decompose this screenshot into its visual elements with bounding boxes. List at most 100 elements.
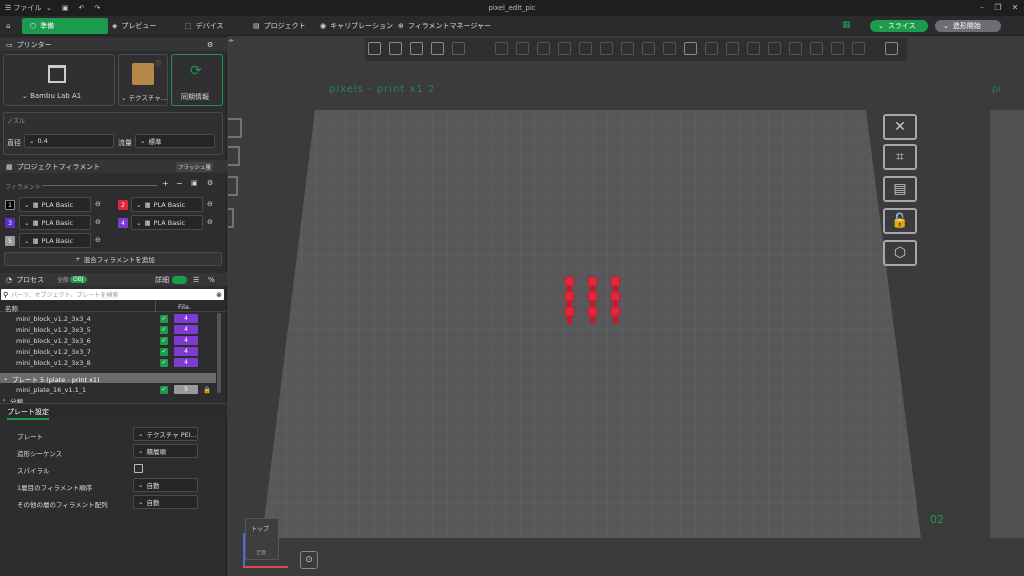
- seam-paint-icon[interactable]: [642, 42, 655, 55]
- tab-device[interactable]: ⬚ デバイス: [177, 18, 231, 34]
- diameter-select[interactable]: ⌄ 0.4: [24, 134, 114, 148]
- lock-plate-icon[interactable]: 🔓: [883, 208, 917, 234]
- other-layer-order-select[interactable]: ⌄ 自動: [133, 495, 198, 509]
- orient-icon[interactable]: [410, 42, 423, 55]
- tab-prepare[interactable]: ⬡ 準備: [22, 18, 108, 34]
- restore-icon[interactable]: ❐: [990, 0, 1006, 16]
- filament-badge[interactable]: 4: [174, 358, 198, 367]
- list-item[interactable]: mini_block_v1.2_3x3_4 ✓ 4: [0, 313, 216, 324]
- brim-ears-icon[interactable]: [810, 42, 823, 55]
- plate-row[interactable]: ⌄ プレート 5 (plate - print x1): [0, 373, 216, 384]
- checkbox[interactable]: ✓: [160, 315, 168, 323]
- filament-badge[interactable]: 4: [174, 347, 198, 356]
- view-mode-icon[interactable]: [885, 42, 898, 55]
- view-cube[interactable]: トップ 正面: [245, 518, 279, 560]
- variable-height-icon[interactable]: [789, 42, 802, 55]
- tab-project[interactable]: ▤ プロジェクト: [245, 18, 314, 34]
- tab-calibration[interactable]: ◉ キャリブレーション: [312, 18, 401, 34]
- checkbox[interactable]: ✓: [160, 386, 168, 394]
- assembly-icon[interactable]: [747, 42, 760, 55]
- arrange-plate-icon[interactable]: ⌗: [883, 144, 917, 170]
- arrange-icon[interactable]: [389, 42, 402, 55]
- layout-icon[interactable]: [452, 42, 465, 55]
- object-toggle[interactable]: OBJ: [70, 276, 87, 283]
- redo-icon[interactable]: ↷: [89, 0, 105, 16]
- sync-button[interactable]: ⟳ 同期情報: [171, 54, 223, 106]
- list-item[interactable]: mini_block_v1.2_3x3_5 ✓ 4: [0, 324, 216, 335]
- search-input[interactable]: ⚲ パーツ、オブジェクト、プレートを検索 ⊗: [1, 289, 224, 300]
- plate-select[interactable]: ⌄ テクスチャ PEI...: [133, 427, 198, 441]
- checkbox[interactable]: ✓: [160, 326, 168, 334]
- filament-slot-5[interactable]: ⌄ ▦ PLA Basic: [19, 233, 91, 248]
- collapse-panel-icon[interactable]: ◂▸: [228, 37, 234, 44]
- filament-badge[interactable]: 5: [174, 385, 198, 394]
- filament-badge[interactable]: 4: [174, 336, 198, 345]
- minus-circle-icon[interactable]: ⊖: [95, 200, 101, 208]
- plate-settings-icon[interactable]: ⬡: [883, 240, 917, 266]
- filament-badge[interactable]: 4: [174, 314, 198, 323]
- global-toggle[interactable]: 全般: [57, 275, 69, 284]
- minus-circle-icon[interactable]: ⊖: [207, 218, 213, 226]
- slice-button[interactable]: ⌄ スライス: [870, 20, 928, 32]
- scrollbar[interactable]: [217, 313, 221, 393]
- tab-preview[interactable]: ◈ プレビュー: [104, 18, 164, 34]
- lock-icon[interactable]: 🔒: [203, 386, 211, 394]
- first-layer-order-select[interactable]: ⌄ 自動: [133, 478, 198, 492]
- slice-plate-icon[interactable]: ▦: [842, 20, 852, 32]
- plate-add-icon[interactable]: [431, 42, 444, 55]
- home-icon[interactable]: ⌂: [2, 18, 14, 34]
- checkbox[interactable]: ✓: [160, 348, 168, 356]
- filament-settings-icon[interactable]: ⚙: [207, 179, 213, 187]
- print-sequence-select[interactable]: ⌄ 積層順: [133, 444, 198, 458]
- rotate-icon[interactable]: [516, 42, 529, 55]
- cut-icon[interactable]: [579, 42, 592, 55]
- scale-icon[interactable]: [537, 42, 550, 55]
- sync-filament-icon[interactable]: ▣: [191, 179, 198, 187]
- checkbox[interactable]: ✓: [160, 359, 168, 367]
- filament-badge[interactable]: 4: [174, 325, 198, 334]
- add-object-icon[interactable]: [368, 42, 381, 55]
- support-paint-icon[interactable]: [621, 42, 634, 55]
- lay-on-face-icon[interactable]: [558, 42, 571, 55]
- filament-slot-2[interactable]: ⌄ ▦ PLA Basic: [131, 197, 203, 212]
- flow-select[interactable]: ⌄ 標準: [135, 134, 215, 148]
- fit-view-icon[interactable]: ⊙: [300, 551, 318, 569]
- move-icon[interactable]: [495, 42, 508, 55]
- spiral-checkbox[interactable]: [134, 464, 143, 473]
- filament-slot-1[interactable]: ⌄ ▦ PLA Basic: [19, 197, 91, 212]
- flush-volume-button[interactable]: フラッシュ量: [176, 161, 214, 172]
- close-icon[interactable]: ✕: [1007, 0, 1023, 16]
- settings-icon[interactable]: ⚙: [207, 41, 213, 49]
- list-item[interactable]: mini_block_v1.2_3x3_8 ✓ 4: [0, 357, 216, 368]
- filament-slot-3[interactable]: ⌄ ▦ PLA Basic: [19, 215, 91, 230]
- tab-filament-manager[interactable]: ⊕ フィラメントマネージャー: [390, 18, 499, 34]
- remove-icon[interactable]: −: [176, 179, 183, 188]
- minimize-icon[interactable]: –: [974, 0, 990, 16]
- more-tools-icon[interactable]: [852, 42, 865, 55]
- mesh-boolean-icon[interactable]: [600, 42, 613, 55]
- minus-circle-icon[interactable]: ⊖: [95, 236, 101, 244]
- save-icon[interactable]: ▣: [57, 0, 74, 16]
- list-item[interactable]: mini_plate_16_v1.1_1 ✓ 5 🔒: [0, 384, 216, 395]
- split-icon[interactable]: [768, 42, 781, 55]
- info-icon[interactable]: ⓘ: [155, 59, 161, 68]
- add-mixed-filament-button[interactable]: + 混合フィラメントを追加: [4, 252, 222, 266]
- 3d-viewport[interactable]: pixels - print x1 2 pi 02 ✕ ⌗ ▤ 🔓 ⬡ トップ …: [228, 36, 1024, 576]
- list-item[interactable]: mini_block_v1.2_3x3_6 ✓ 4: [0, 335, 216, 346]
- minus-circle-icon[interactable]: ⊖: [95, 218, 101, 226]
- measure-icon[interactable]: [726, 42, 739, 55]
- printer-card[interactable]: ⌄ Bambu Lab A1: [3, 54, 115, 106]
- clear-icon[interactable]: ⊗: [216, 291, 222, 299]
- plate-layout-icon[interactable]: ▤: [883, 176, 917, 202]
- text-icon[interactable]: [684, 42, 697, 55]
- svg-icon[interactable]: [705, 42, 718, 55]
- print-button[interactable]: ⌄ 造形開始: [935, 20, 1001, 32]
- add-icon[interactable]: +: [162, 179, 169, 188]
- emboss-icon[interactable]: [831, 42, 844, 55]
- file-menu[interactable]: ☰ ファイル ⌄: [0, 0, 57, 16]
- color-paint-icon[interactable]: [663, 42, 676, 55]
- list-item[interactable]: mini_block_v1.2_3x3_7 ✓ 4: [0, 346, 216, 357]
- percent-icon[interactable]: %: [208, 276, 215, 284]
- plate-type-card[interactable]: ⓘ ⌄ テクスチャ...: [118, 54, 168, 106]
- checkbox[interactable]: ✓: [160, 337, 168, 345]
